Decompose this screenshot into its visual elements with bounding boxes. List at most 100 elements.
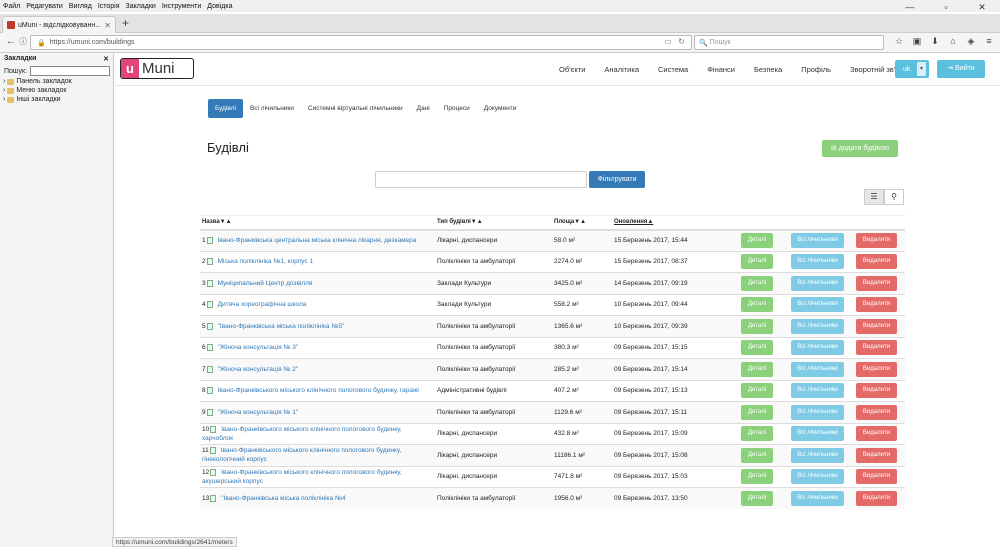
building-link[interactable]: "Жіноча консультація № 2"	[218, 366, 299, 373]
menu-system[interactable]: Система	[658, 65, 688, 74]
delete-button[interactable]: Видалити	[856, 275, 897, 291]
building-link[interactable]: "Івано-Франківська міська поліклініка №5…	[218, 323, 345, 330]
details-button[interactable]: Деталі	[741, 404, 773, 420]
building-link[interactable]: Івано-Франківська центральна міська клін…	[218, 237, 417, 244]
all-meters-button[interactable]: Всі лічильники	[791, 254, 844, 270]
home-icon[interactable]: ⌂	[944, 36, 962, 47]
building-link[interactable]: Івано-Франківського міського клінічного …	[218, 387, 419, 394]
sidebar-item-toolbar[interactable]: › Панель закладок	[0, 76, 113, 85]
delete-button[interactable]: Видалити	[856, 383, 897, 399]
details-button[interactable]: Деталі	[741, 318, 773, 334]
details-button[interactable]: Деталі	[741, 426, 773, 442]
menu-objects[interactable]: Об'єкти	[559, 65, 585, 74]
building-link[interactable]: Міська поліклініка №1, корпус 1	[218, 258, 313, 265]
os-menu-item[interactable]: Редагувати	[26, 3, 63, 10]
all-meters-button[interactable]: Всі лічильники	[791, 469, 844, 485]
sidebar-search-input[interactable]	[30, 66, 111, 76]
delete-button[interactable]: Видалити	[856, 426, 897, 442]
star-icon[interactable]: ☆	[890, 36, 908, 47]
tab-buildings[interactable]: Будівлі	[208, 99, 243, 118]
delete-button[interactable]: Видалити	[856, 404, 897, 420]
building-link[interactable]: Івано-Франківського міського клінічного …	[202, 426, 402, 442]
pocket-icon[interactable]: ◈	[962, 36, 980, 47]
minimize-icon[interactable]: —	[892, 0, 928, 14]
building-link[interactable]: "Івано-Франківська міська поліклініка №4	[221, 495, 345, 502]
sidebar-item-other[interactable]: › Інші закладки	[0, 94, 113, 103]
tab-all-meters[interactable]: Всі лічильники	[243, 105, 301, 112]
menu-security[interactable]: Безпека	[754, 65, 782, 74]
details-button[interactable]: Деталі	[741, 469, 773, 485]
reload-icon[interactable]: ▭ ↻	[664, 37, 685, 46]
os-menu-item[interactable]: Довідка	[207, 3, 232, 10]
tab-documents[interactable]: Документи	[477, 105, 523, 112]
all-meters-button[interactable]: Всі лічильники	[791, 340, 844, 356]
col-name[interactable]: Назва▼▲	[200, 215, 435, 231]
col-area[interactable]: Площа▼▲	[552, 215, 612, 231]
details-button[interactable]: Деталі	[741, 254, 773, 270]
all-meters-button[interactable]: Всі лічильники	[791, 275, 844, 291]
clipboard-icon[interactable]: ▣	[908, 36, 926, 47]
download-icon[interactable]: ⬇	[926, 36, 944, 47]
building-link[interactable]: "Жіноча консультація № 1"	[218, 409, 299, 416]
col-updated[interactable]: Оновлення▲	[612, 215, 727, 231]
umuni-logo[interactable]: u Muni	[120, 58, 194, 79]
tab-processes[interactable]: Процеси	[437, 105, 477, 112]
delete-button[interactable]: Видалити	[856, 447, 897, 463]
add-building-button[interactable]: ⊞ додати будівлю	[822, 140, 898, 157]
close-tab-icon[interactable]: ✕	[104, 21, 111, 30]
all-meters-button[interactable]: Всі лічильники	[791, 491, 844, 506]
delete-button[interactable]: Видалити	[856, 297, 897, 313]
building-link[interactable]: Дитяча хореографічна школа	[218, 301, 307, 308]
menu-analytics[interactable]: Аналітика	[604, 65, 639, 74]
delete-button[interactable]: Видалити	[856, 340, 897, 356]
back-icon[interactable]: ←	[6, 36, 16, 47]
tab-virtual-meters[interactable]: Системні віртуальні лічильники	[301, 105, 410, 112]
details-button[interactable]: Деталі	[741, 340, 773, 356]
building-link[interactable]: Муніципальний Центр дозвілля	[218, 280, 313, 287]
browser-tab[interactable]: uMuni - відслідковуванн... ✕	[2, 16, 116, 33]
col-type[interactable]: Тип будівлі▼▲	[435, 215, 552, 231]
all-meters-button[interactable]: Всі лічильники	[791, 447, 844, 463]
hamburger-menu-icon[interactable]: ≡	[980, 36, 998, 47]
tab-data[interactable]: Дані	[410, 105, 437, 112]
all-meters-button[interactable]: Всі лічильники	[791, 426, 844, 442]
details-button[interactable]: Деталі	[741, 361, 773, 377]
menu-finance[interactable]: Фінанси	[707, 65, 735, 74]
language-select[interactable]: uk ▾	[895, 60, 929, 78]
os-menu-item[interactable]: Історія	[98, 3, 120, 10]
details-button[interactable]: Деталі	[741, 383, 773, 399]
building-link[interactable]: "Жіноча консультація № 3"	[218, 344, 299, 351]
delete-button[interactable]: Видалити	[856, 318, 897, 334]
info-icon[interactable]: ⓘ	[19, 36, 27, 47]
map-marker-icon[interactable]: ⚲	[884, 189, 904, 205]
all-meters-button[interactable]: Всі лічильники	[791, 318, 844, 334]
delete-button[interactable]: Видалити	[856, 491, 897, 506]
all-meters-button[interactable]: Всі лічильники	[791, 297, 844, 313]
delete-button[interactable]: Видалити	[856, 469, 897, 485]
os-menu-item[interactable]: Вигляд	[69, 3, 92, 10]
details-button[interactable]: Деталі	[741, 297, 773, 313]
building-link[interactable]: Івано-Франківського міського клінічного …	[202, 447, 401, 463]
url-bar[interactable]: 🔒 https://umuni.com/buildings ▭ ↻	[30, 35, 692, 50]
menu-profile[interactable]: Профіль	[801, 65, 831, 74]
list-view-icon[interactable]: ☰	[864, 189, 884, 205]
delete-button[interactable]: Видалити	[856, 233, 897, 248]
delete-button[interactable]: Видалити	[856, 254, 897, 270]
all-meters-button[interactable]: Всі лічильники	[791, 361, 844, 377]
os-menu-item[interactable]: Файл	[3, 3, 20, 10]
filter-button[interactable]: Фільтрувати	[589, 171, 645, 188]
all-meters-button[interactable]: Всі лічильники	[791, 233, 844, 248]
all-meters-button[interactable]: Всі лічильники	[791, 404, 844, 420]
new-tab-icon[interactable]: +	[122, 16, 129, 30]
details-button[interactable]: Деталі	[741, 491, 773, 506]
logout-button[interactable]: ⇥ Вийти	[937, 60, 985, 78]
filter-input[interactable]	[375, 171, 587, 188]
sidebar-item-menu[interactable]: › Меню закладок	[0, 85, 113, 94]
close-window-icon[interactable]: ✕	[964, 0, 1000, 14]
os-menu-item[interactable]: Інструменти	[162, 3, 201, 10]
details-button[interactable]: Деталі	[741, 275, 773, 291]
building-link[interactable]: Івано-Франківського міського клінічного …	[202, 469, 402, 485]
all-meters-button[interactable]: Всі лічильники	[791, 383, 844, 399]
details-button[interactable]: Деталі	[741, 447, 773, 463]
details-button[interactable]: Деталі	[741, 233, 773, 248]
